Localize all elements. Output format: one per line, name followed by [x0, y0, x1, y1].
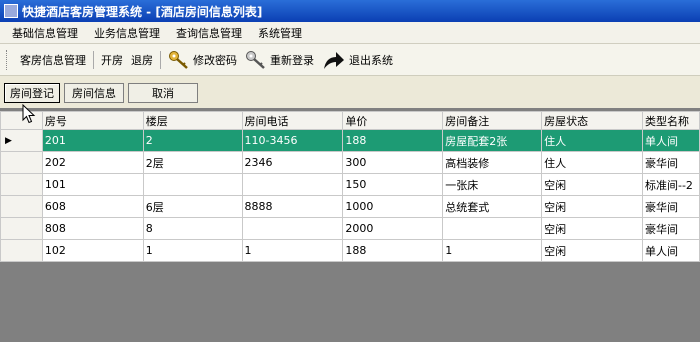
- row-header[interactable]: [0, 195, 43, 218]
- table-cell[interactable]: 空闲: [541, 195, 643, 218]
- mouse-pointer-icon: [22, 104, 36, 124]
- room-info-button[interactable]: 房间信息: [64, 83, 124, 103]
- exit-arrow-icon: [324, 51, 344, 69]
- room-register-label: 房间登记: [10, 87, 54, 100]
- title-bar: 快捷酒店客房管理系统 - [酒店房间信息列表]: [0, 0, 700, 22]
- change-password-label: 修改密码: [193, 53, 237, 67]
- check-out-label: 退房: [131, 53, 153, 67]
- table-cell[interactable]: 8: [142, 217, 243, 240]
- table-cell[interactable]: 2000: [342, 217, 444, 240]
- room-info-manage-button[interactable]: 客房信息管理: [16, 48, 90, 72]
- room-info-label: 房间信息: [72, 87, 116, 100]
- table-cell[interactable]: 150: [342, 173, 444, 196]
- check-in-button[interactable]: 开房: [97, 48, 127, 72]
- table-cell[interactable]: 2: [142, 129, 243, 152]
- table-cell[interactable]: 6层: [142, 195, 243, 218]
- relogin-label: 重新登录: [270, 53, 314, 67]
- menu-basic-info[interactable]: 基础信息管理: [0, 25, 86, 41]
- action-bar: 房间登记 房间信息 取消: [0, 80, 700, 106]
- table-cell[interactable]: 一张床: [442, 173, 543, 196]
- table-cell[interactable]: [142, 173, 243, 196]
- cancel-button[interactable]: 取消: [128, 83, 198, 103]
- table-cell[interactable]: 808: [41, 217, 144, 240]
- table-cell[interactable]: 1: [442, 239, 543, 262]
- menu-query-info[interactable]: 查询信息管理: [168, 25, 250, 41]
- column-header[interactable]: 房屋状态: [541, 111, 643, 130]
- table-header-row: 房号 楼层 房间电话 单价 房间备注 房屋状态 类型名称: [0, 111, 700, 130]
- table-row[interactable]: 608 6层 8888 1000 总统套式 空闲 豪华间: [0, 195, 700, 218]
- menu-business-info[interactable]: 业务信息管理: [86, 25, 168, 41]
- table-cell[interactable]: 空闲: [541, 217, 643, 240]
- table-row[interactable]: ▶ 201 2 110-3456 188 房屋配套2张 住人 单人间: [0, 129, 700, 152]
- table-cell[interactable]: 豪华间: [641, 151, 700, 174]
- table-cell[interactable]: 高档装修: [442, 151, 543, 174]
- room-table: 房号 楼层 房间电话 单价 房间备注 房屋状态 类型名称 ▶ 201 2 110…: [0, 111, 700, 262]
- table-cell[interactable]: 空闲: [541, 239, 643, 262]
- column-header[interactable]: 房间电话: [241, 111, 344, 130]
- table-cell[interactable]: 8888: [241, 195, 344, 218]
- menu-system[interactable]: 系统管理: [250, 25, 310, 41]
- table-cell[interactable]: 1: [142, 239, 243, 262]
- table-cell[interactable]: [241, 173, 344, 196]
- app-icon: [4, 4, 18, 18]
- room-data-grid[interactable]: 房号 楼层 房间电话 单价 房间备注 房屋状态 类型名称 ▶ 201 2 110…: [0, 108, 700, 342]
- table-cell[interactable]: 1000: [342, 195, 444, 218]
- column-header[interactable]: 类型名称: [641, 111, 700, 130]
- check-in-label: 开房: [101, 53, 123, 67]
- toolbar-separator: [93, 50, 94, 69]
- table-cell[interactable]: 110-3456: [241, 129, 344, 152]
- table-cell[interactable]: 标准间--2: [641, 173, 700, 196]
- table-cell[interactable]: 单人间: [641, 129, 700, 152]
- row-indicator-icon[interactable]: ▶: [0, 129, 43, 152]
- table-cell[interactable]: 1: [241, 239, 344, 262]
- table-row[interactable]: 202 2层 2346 300 高档装修 住人 豪华间: [0, 151, 700, 174]
- change-password-button[interactable]: 修改密码: [164, 48, 241, 72]
- table-cell[interactable]: 188: [342, 239, 444, 262]
- table-cell[interactable]: 住人: [541, 151, 643, 174]
- table-cell[interactable]: 空闲: [541, 173, 643, 196]
- key-icon: [169, 50, 188, 69]
- exit-system-button[interactable]: 退出系统: [318, 48, 397, 72]
- table-cell[interactable]: [442, 217, 543, 240]
- key-grey-icon: [246, 50, 265, 69]
- table-cell[interactable]: 300: [342, 151, 444, 174]
- table-cell[interactable]: 单人间: [641, 239, 700, 262]
- table-cell[interactable]: 202: [41, 151, 144, 174]
- column-header[interactable]: 房间备注: [442, 111, 543, 130]
- column-header[interactable]: 房号: [41, 111, 144, 130]
- table-cell[interactable]: 608: [41, 195, 144, 218]
- row-header[interactable]: [0, 151, 43, 174]
- table-cell[interactable]: 豪华间: [641, 195, 700, 218]
- table-cell[interactable]: 201: [41, 129, 144, 152]
- table-cell[interactable]: 住人: [541, 129, 643, 152]
- table-cell[interactable]: 房屋配套2张: [442, 129, 543, 152]
- exit-system-label: 退出系统: [349, 53, 393, 67]
- check-out-button[interactable]: 退房: [127, 48, 157, 72]
- room-info-manage-label: 客房信息管理: [20, 53, 86, 67]
- table-cell[interactable]: 188: [342, 129, 444, 152]
- relogin-button[interactable]: 重新登录: [241, 48, 318, 72]
- row-header[interactable]: [0, 217, 43, 240]
- cancel-label: 取消: [152, 87, 174, 100]
- table-cell[interactable]: 豪华间: [641, 217, 700, 240]
- row-header[interactable]: [0, 239, 43, 262]
- table-cell[interactable]: 2层: [142, 151, 243, 174]
- column-header[interactable]: 单价: [342, 111, 444, 130]
- table-row[interactable]: 101 150 一张床 空闲 标准间--2: [0, 173, 700, 196]
- table-cell[interactable]: 102: [41, 239, 144, 262]
- table-cell[interactable]: [241, 217, 344, 240]
- column-header[interactable]: 楼层: [142, 111, 243, 130]
- toolbar-grip[interactable]: [6, 49, 10, 70]
- table-row[interactable]: 102 1 1 188 1 空闲 单人间: [0, 239, 700, 262]
- menu-bar: 基础信息管理 业务信息管理 查询信息管理 系统管理: [0, 22, 700, 44]
- window-title: 快捷酒店客房管理系统 - [酒店房间信息列表]: [22, 4, 263, 19]
- table-cell[interactable]: 101: [41, 173, 144, 196]
- table-cell[interactable]: 总统套式: [442, 195, 543, 218]
- room-register-button[interactable]: 房间登记: [4, 83, 60, 103]
- toolbar-separator: [160, 50, 161, 69]
- table-row[interactable]: 808 8 2000 空闲 豪华间: [0, 217, 700, 240]
- table-cell[interactable]: 2346: [241, 151, 344, 174]
- row-header[interactable]: [0, 173, 43, 196]
- toolbar: 客房信息管理 开房 退房 修改密码 重新登录 退出系统: [0, 44, 700, 76]
